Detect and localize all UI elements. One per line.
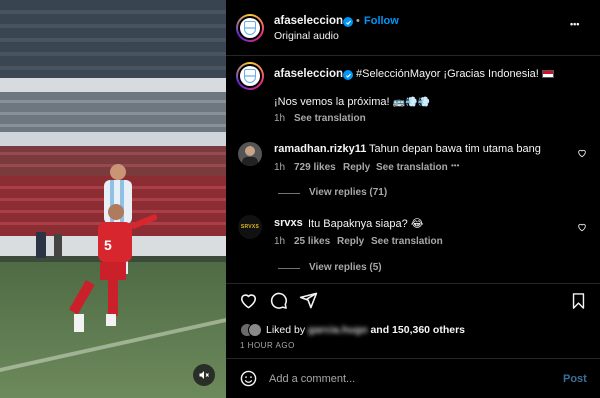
svg-text:5: 5 bbox=[104, 237, 112, 253]
comment-text: Itu Bapaknya siapa? 😂 bbox=[308, 218, 424, 230]
comment-see-translation[interactable]: See translation bbox=[376, 162, 448, 173]
author-avatar[interactable] bbox=[236, 14, 264, 42]
comment-avatar[interactable] bbox=[238, 142, 262, 166]
post-panel: afaseleccion • Follow Original audio •••… bbox=[226, 0, 600, 398]
caption-see-translation[interactable]: See translation bbox=[294, 113, 366, 124]
add-comment-input[interactable]: Add a comment... bbox=[269, 373, 355, 385]
post-comment-button[interactable]: Post bbox=[563, 373, 587, 385]
emoji-icon[interactable] bbox=[240, 370, 257, 387]
video-player[interactable]: 5 bbox=[0, 0, 226, 398]
replies-line bbox=[278, 268, 300, 269]
more-options-button[interactable]: ••• bbox=[570, 19, 579, 29]
post-time-ago[interactable]: 1 HOUR AGO bbox=[240, 341, 295, 350]
view-replies-button[interactable]: View replies (71) bbox=[309, 187, 387, 198]
follow-button[interactable]: Follow bbox=[364, 15, 399, 27]
liked-by-text: Liked by garcia.hugo and 150,360 others bbox=[266, 324, 466, 336]
save-bookmark-icon[interactable] bbox=[570, 292, 587, 310]
comment-see-translation[interactable]: See translation bbox=[371, 236, 443, 247]
afa-crest-icon bbox=[244, 69, 256, 83]
comment-avatar[interactable]: SRVXS bbox=[238, 215, 262, 239]
comment-time: 1h bbox=[274, 236, 286, 247]
comment-username[interactable]: srvxs bbox=[274, 217, 303, 229]
comment-likes[interactable]: 729 likes bbox=[294, 162, 336, 173]
comment-box-divider bbox=[226, 358, 600, 359]
comment-reply-button[interactable]: Reply bbox=[343, 162, 370, 173]
speaker-muted-icon bbox=[199, 371, 209, 379]
comment-text: Tahun depan bawa tim utama bang bbox=[369, 143, 541, 155]
liked-by-others[interactable]: and 150,360 others bbox=[370, 324, 465, 336]
afa-crest-icon bbox=[244, 21, 256, 35]
author-username[interactable]: afaseleccion bbox=[274, 15, 343, 27]
caption-line2: ¡Nos vemos la próxima! 🚌💨💨 bbox=[274, 96, 430, 108]
indonesia-flag-icon bbox=[541, 70, 554, 78]
video-frame: 5 bbox=[0, 0, 226, 398]
view-replies-button[interactable]: View replies (5) bbox=[309, 262, 382, 273]
comment-bubble-icon[interactable] bbox=[269, 291, 288, 310]
comment-like-heart-icon[interactable] bbox=[577, 222, 587, 232]
header-separator: • bbox=[356, 15, 360, 27]
liked-by-user[interactable]: garcia.hugo bbox=[308, 324, 368, 336]
share-send-icon[interactable] bbox=[299, 291, 318, 310]
replies-line bbox=[278, 193, 300, 194]
caption-username[interactable]: afaseleccion bbox=[274, 68, 343, 80]
caption-time: 1h bbox=[274, 113, 286, 124]
mute-button[interactable] bbox=[193, 364, 215, 386]
caption-text: #SelecciónMayor ¡Gracias Indonesia! bbox=[356, 68, 554, 80]
liked-by-avatar bbox=[248, 323, 262, 337]
verified-badge-icon bbox=[343, 17, 353, 27]
comment-reply-button[interactable]: Reply bbox=[337, 236, 364, 247]
comment-more-options[interactable]: ••• bbox=[451, 161, 459, 170]
caption-author-avatar[interactable] bbox=[236, 62, 264, 90]
comment-likes[interactable]: 25 likes bbox=[294, 236, 330, 247]
like-heart-icon[interactable] bbox=[239, 291, 258, 310]
verified-badge-icon bbox=[343, 70, 353, 80]
post-header: afaseleccion • Follow Original audio ••• bbox=[226, 0, 600, 56]
comment-time: 1h bbox=[274, 162, 286, 173]
audio-label[interactable]: Original audio bbox=[274, 30, 339, 42]
comment-like-heart-icon[interactable] bbox=[577, 148, 587, 158]
actions-divider bbox=[226, 283, 600, 284]
comment-username[interactable]: ramadhan.rizky11 bbox=[274, 143, 366, 155]
